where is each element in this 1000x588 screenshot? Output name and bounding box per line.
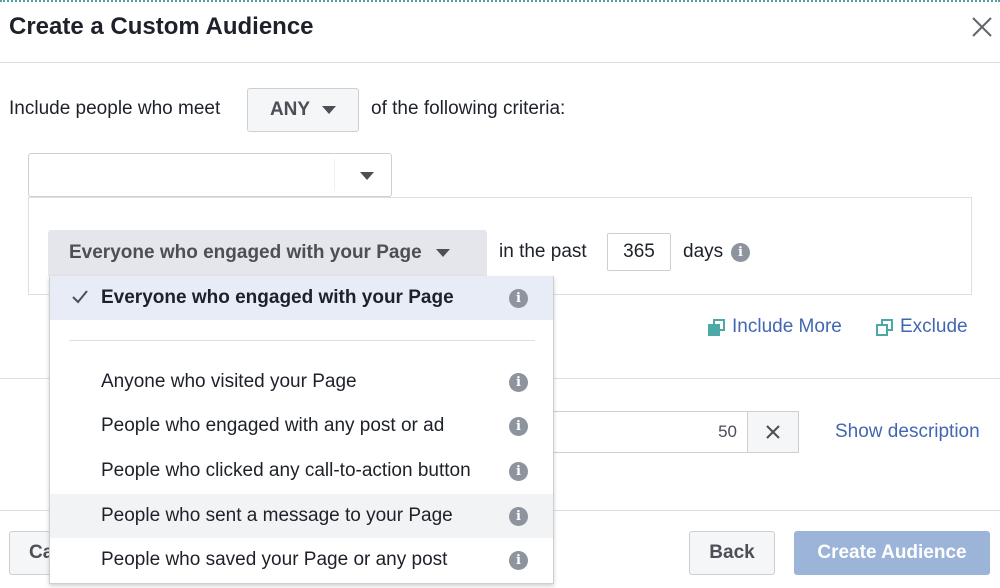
clear-name-button[interactable] (747, 411, 799, 453)
dropdown-item-label: People who engaged with any post or ad (101, 415, 445, 436)
dropdown-item-label: Anyone who visited your Page (101, 371, 357, 392)
criteria-prefix: Include people who meet (9, 98, 221, 119)
exclude-label: Exclude (900, 316, 968, 337)
include-icon (708, 318, 725, 336)
info-icon[interactable]: i (509, 416, 528, 436)
close-icon (972, 17, 992, 37)
info-icon[interactable]: i (731, 243, 750, 262)
check-icon (72, 290, 88, 304)
clear-icon (766, 425, 780, 439)
close-button[interactable] (968, 13, 996, 41)
info-icon[interactable]: i (509, 506, 528, 526)
back-label: Back (709, 542, 755, 563)
in-the-past-label: in the past (499, 241, 587, 262)
show-description-link[interactable]: Show description (835, 421, 980, 443)
criteria-row: Include people who meet ANY of the follo… (9, 88, 989, 132)
back-button[interactable]: Back (689, 531, 775, 575)
dropdown-item-everyone-engaged[interactable]: Everyone who engaged with your Page i (50, 276, 553, 320)
match-any-value: ANY (269, 99, 311, 120)
dropdown-item-label: People who clicked any call-to-action bu… (101, 460, 471, 481)
dropdown-item-label: Everyone who engaged with your Page (101, 287, 454, 308)
source-select[interactable] (28, 153, 392, 197)
include-more-link[interactable]: Include More (708, 316, 842, 338)
info-icon[interactable]: i (509, 550, 528, 570)
dialog-title: Create a Custom Audience (9, 13, 314, 40)
days-label: days (683, 241, 724, 262)
dialog-header: Create a Custom Audience (0, 3, 1000, 63)
dropdown-item-sent-message[interactable]: People who sent a message to your Page i (50, 494, 553, 538)
audience-name-input[interactable]: 50 (549, 411, 747, 453)
caret-down-icon (360, 172, 374, 180)
exclude-icon (876, 318, 893, 336)
dropdown-item-engaged-post-or-ad[interactable]: People who engaged with any post or ad i (50, 404, 553, 448)
engagement-dropdown-menu: Everyone who engaged with your Page i An… (49, 276, 554, 584)
dropdown-item-clicked-cta[interactable]: People who clicked any call-to-action bu… (50, 449, 553, 493)
dropdown-item-visited-page[interactable]: Anyone who visited your Page i (50, 360, 553, 404)
show-description-label: Show description (835, 421, 980, 442)
dropdown-item-label: People who saved your Page or any post (101, 549, 448, 570)
dropdown-item-label: People who sent a message to your Page (101, 505, 453, 526)
criteria-suffix: of the following criteria: (371, 98, 566, 119)
include-more-label: Include More (732, 316, 842, 337)
match-any-select[interactable]: ANY (247, 88, 359, 132)
create-audience-label: Create Audience (817, 542, 967, 563)
dropdown-item-saved-page-or-post[interactable]: People who saved your Page or any post i (50, 538, 553, 582)
caret-down-icon (322, 106, 337, 114)
source-select-value (39, 159, 335, 191)
info-icon[interactable]: i (509, 288, 528, 308)
retention-days-input[interactable]: 365 (607, 233, 671, 271)
info-icon[interactable]: i (509, 372, 528, 392)
caret-down-icon (435, 249, 450, 257)
dropdown-separator (69, 340, 535, 341)
create-audience-button[interactable]: Create Audience (794, 531, 990, 575)
engagement-select[interactable]: Everyone who engaged with your Page (48, 230, 487, 276)
info-icon[interactable]: i (509, 461, 528, 481)
exclude-link[interactable]: Exclude (876, 316, 968, 338)
engagement-select-value: Everyone who engaged with your Page (69, 242, 422, 263)
char-count: 50 (718, 422, 737, 441)
